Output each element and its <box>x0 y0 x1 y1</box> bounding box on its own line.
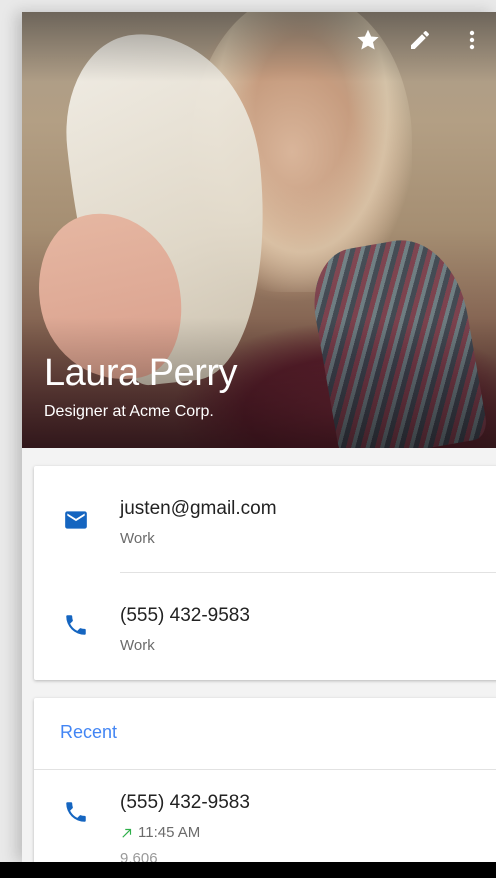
outgoing-call-icon <box>122 828 132 838</box>
more-vert-icon[interactable] <box>456 24 488 56</box>
phone-icon <box>62 611 90 639</box>
recent-card: Recent (555) 432-9583 11:45 AM 9,606 <box>34 698 496 862</box>
phone-label: Work <box>120 637 155 654</box>
recent-call-time: 11:45 AM <box>120 824 200 841</box>
contact-hero-photo: Laura Perry Designer at Acme Corp. <box>22 12 496 448</box>
edit-icon[interactable] <box>404 24 436 56</box>
recent-call-time-text: 11:45 AM <box>138 824 201 841</box>
phone-row[interactable]: (555) 432-9583 Work <box>34 573 496 679</box>
email-icon <box>62 506 90 534</box>
recent-call-extra: 9,606 <box>120 850 158 862</box>
recent-call-number: (555) 432-9583 <box>120 792 250 813</box>
recent-header: Recent <box>60 722 118 742</box>
phone-number: (555) 432-9583 <box>120 605 250 626</box>
email-label: Work <box>120 530 155 547</box>
phone-icon <box>62 798 90 826</box>
navigation-bar <box>0 862 496 878</box>
email-row[interactable]: justen@gmail.com Work <box>34 466 496 572</box>
contact-name: Laura Perry <box>44 352 238 394</box>
header-actions <box>352 24 488 56</box>
contact-title: Designer at Acme Corp. <box>44 403 214 420</box>
email-address: justen@gmail.com <box>120 498 277 519</box>
contact-detail-screen: Laura Perry Designer at Acme Corp. juste… <box>22 12 496 862</box>
star-icon[interactable] <box>352 24 384 56</box>
contact-info-card: justen@gmail.com Work (555) 432-9583 Wor… <box>34 466 496 680</box>
recent-call-item[interactable]: (555) 432-9583 11:45 AM 9,606 <box>34 770 496 862</box>
